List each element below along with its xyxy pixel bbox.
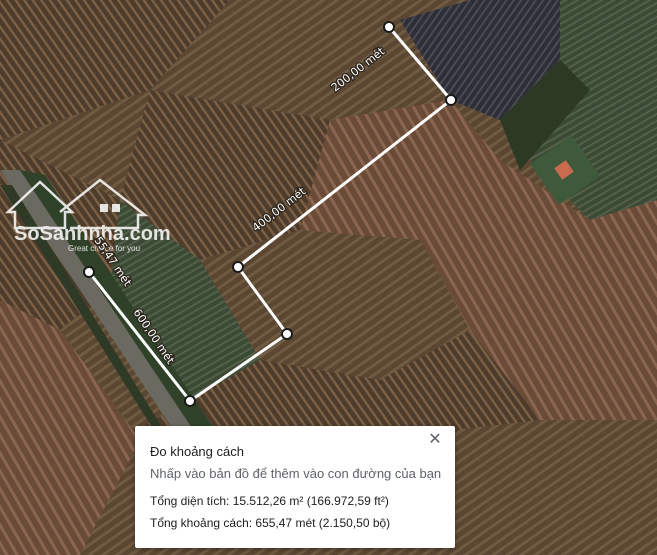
close-icon[interactable]: ✕ — [425, 430, 445, 450]
measure-distance-panel: Đo khoảng cách ✕ Nhấp vào bản đồ để thêm… — [135, 426, 455, 548]
measure-point[interactable] — [445, 94, 457, 106]
total-distance: Tổng khoảng cách: 655,47 mét (2.150,50 b… — [150, 516, 391, 530]
panel-title: Đo khoảng cách — [150, 444, 244, 459]
measure-point[interactable] — [232, 261, 244, 273]
panel-hint: Nhấp vào bản đồ để thêm vào con đường củ… — [150, 466, 442, 481]
total-area: Tổng diện tích: 15.512,26 m² (166.972,59… — [150, 494, 389, 508]
measure-point[interactable] — [383, 21, 395, 33]
measure-point[interactable] — [281, 328, 293, 340]
measure-point[interactable] — [83, 266, 95, 278]
measure-point[interactable] — [184, 395, 196, 407]
